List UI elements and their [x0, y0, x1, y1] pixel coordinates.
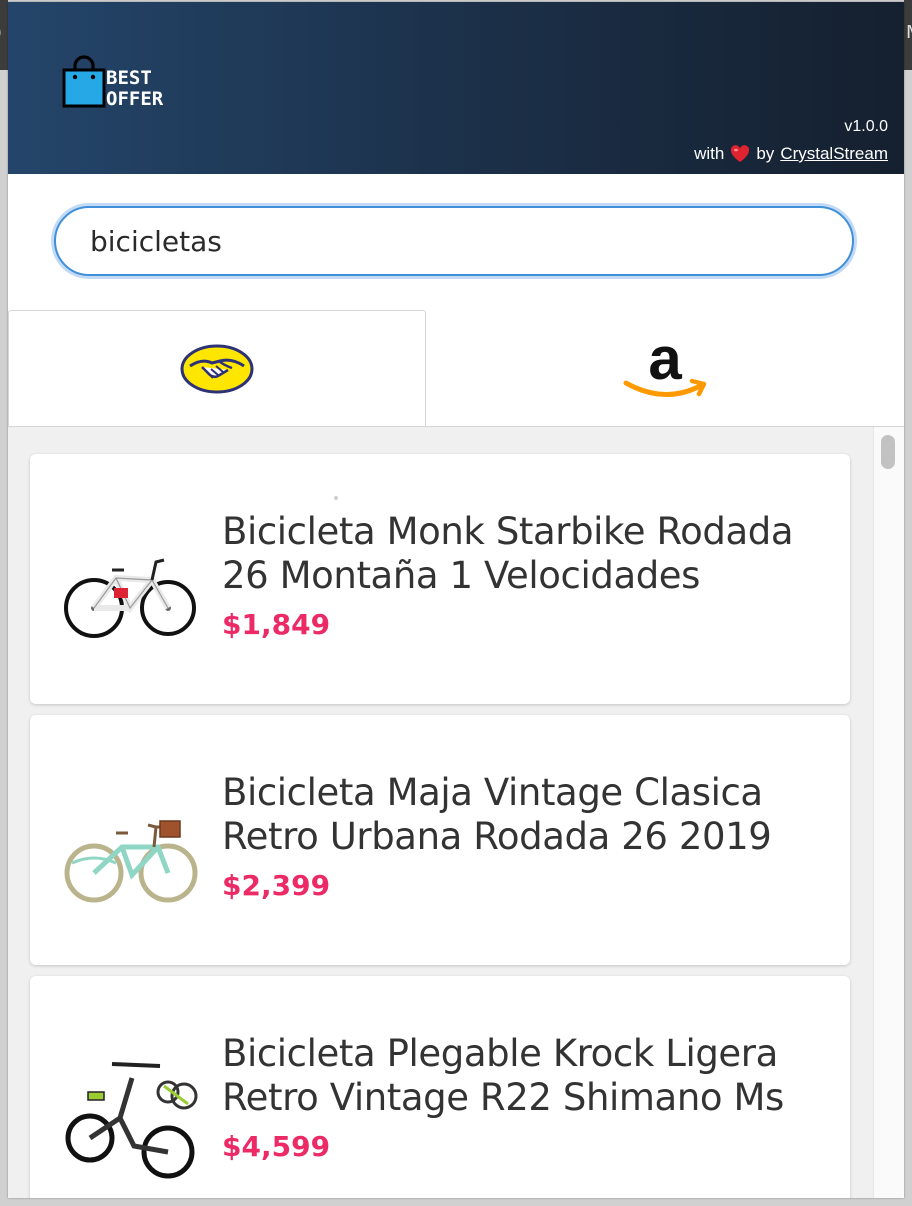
result-card[interactable]: Bicicleta Plegable Krock Ligera Retro Vi… [30, 976, 850, 1198]
product-price: $2,399 [222, 869, 331, 902]
search-container [54, 206, 856, 278]
edge-glyph-right: M [906, 22, 912, 43]
product-image [64, 820, 198, 903]
brand-line-2: OFFER [106, 88, 164, 110]
header: BEST OFFER v1.0.0 with by CrystalStream [8, 2, 904, 174]
brand-line-1: BEST [106, 67, 152, 89]
handshake-icon [180, 344, 254, 393]
product-image [65, 1062, 198, 1179]
credits-prefix: with [694, 144, 725, 163]
product-title[interactable]: Bicicleta Plegable Krock Ligera Retro Vi… [222, 1032, 822, 1120]
background-window-edge-left: ) [0, 0, 8, 70]
extension-popup: BEST OFFER v1.0.0 with by CrystalStream [8, 2, 904, 1198]
background-window-edge-right: M [904, 0, 912, 70]
heart-icon [731, 145, 750, 162]
brand-name: BEST OFFER [106, 68, 163, 110]
edge-glyph-left: ) [0, 22, 2, 43]
author-link[interactable]: CrystalStream [780, 144, 888, 164]
result-card[interactable]: Bicicleta Maja Vintage Clasica Retro Urb… [30, 715, 850, 965]
scrollbar[interactable] [873, 427, 904, 1198]
version-label: v1.0.0 [844, 118, 888, 135]
product-title[interactable]: Bicicleta Monk Starbike Rodada 26 Montañ… [222, 510, 822, 598]
product-price: $1,849 [222, 608, 331, 641]
scrollbar-thumb[interactable] [881, 435, 895, 469]
store-tabs: a [8, 310, 904, 426]
credits-by: by [756, 144, 775, 163]
credits: with by CrystalStream [694, 144, 888, 164]
amazon-logo-icon: a [623, 333, 707, 397]
shopping-bag-icon [62, 55, 106, 108]
results-list: Bicicleta Monk Starbike Rodada 26 Montañ… [8, 426, 904, 1198]
search-input[interactable] [54, 206, 854, 276]
image-loading-dot [334, 496, 338, 500]
svg-text:a: a [648, 333, 682, 392]
app-logo: BEST OFFER [62, 54, 163, 112]
tab-amazon[interactable]: a [426, 310, 904, 426]
product-title[interactable]: Bicicleta Maja Vintage Clasica Retro Urb… [222, 771, 822, 859]
product-price: $4,599 [222, 1130, 331, 1163]
tab-mercado-libre[interactable] [8, 310, 426, 426]
result-card[interactable]: Bicicleta Monk Starbike Rodada 26 Montañ… [30, 454, 850, 704]
product-image [64, 558, 196, 638]
